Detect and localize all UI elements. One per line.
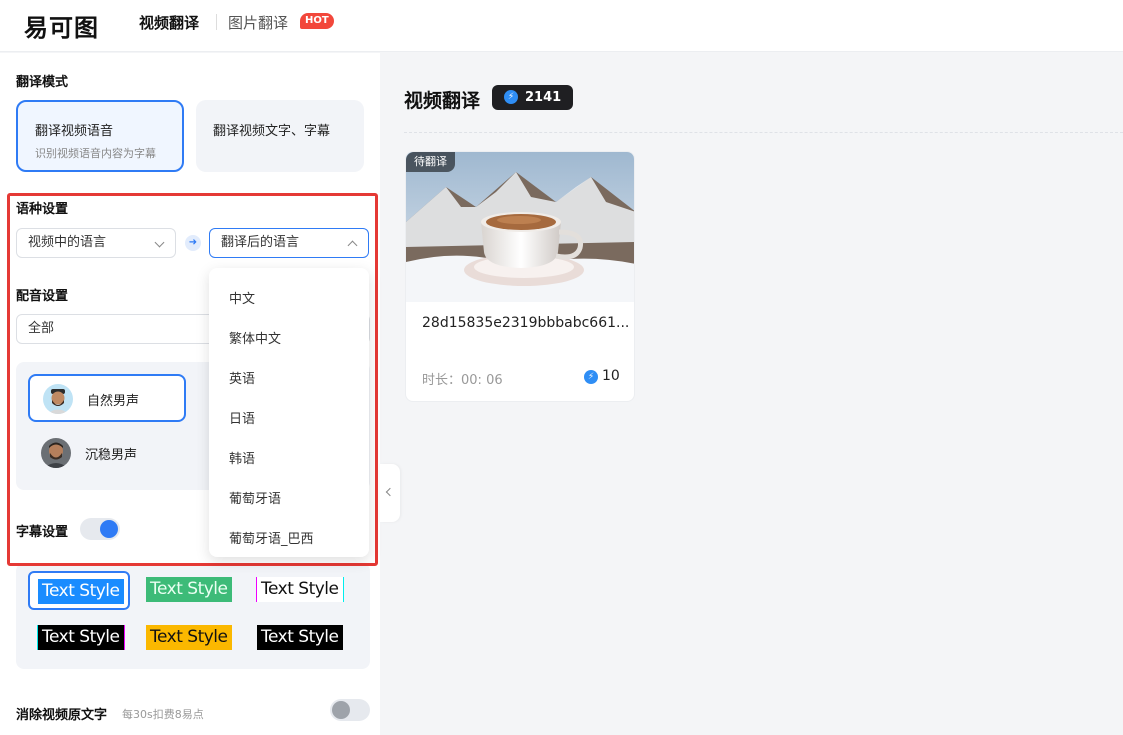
page-title: 视频翻译 xyxy=(404,90,481,112)
language-section-title: 语种设置 xyxy=(16,202,69,217)
duration-label: 时长： xyxy=(422,373,462,388)
video-status-badge: 待翻译 xyxy=(406,152,455,172)
mode-option-title: 翻译视频文字、字幕 xyxy=(213,124,331,139)
chevron-left-icon xyxy=(385,487,395,497)
voice-option-calm-male[interactable]: 沉稳男声 xyxy=(28,430,186,478)
language-option-zh[interactable]: 中文 xyxy=(229,288,255,307)
nav-tab-image-translate[interactable]: 图片翻译 xyxy=(228,12,288,33)
video-file-name: 28d15835e2319bbbabc661... xyxy=(422,315,630,331)
section-divider xyxy=(404,132,1123,133)
subtitle-section-title: 字幕设置 xyxy=(16,525,69,540)
source-language-select[interactable]: 视频中的语言 xyxy=(16,228,176,258)
subtitle-style-3[interactable]: Text Style xyxy=(257,577,343,602)
video-thumbnail xyxy=(406,152,634,302)
toggle-knob xyxy=(100,520,118,538)
language-option-ko[interactable]: 韩语 xyxy=(229,448,255,467)
app-logo[interactable]: 易可图 xyxy=(24,8,99,43)
language-option-pt-br[interactable]: 葡萄牙语_巴西 xyxy=(229,528,314,547)
avatar xyxy=(43,384,73,414)
subtitle-style-5[interactable]: Text Style xyxy=(146,625,232,650)
nav-tab-video-translate[interactable]: 视频翻译 xyxy=(139,12,199,33)
video-card[interactable]: 待翻译 28d15835e2319bbbabc661... 时长：00: 06 … xyxy=(405,151,635,402)
arrow-right-icon: ➜ xyxy=(185,235,201,251)
erase-text-title: 消除视频原文字 xyxy=(16,708,108,723)
toggle-knob xyxy=(332,701,350,719)
voice-filter-value: 全部 xyxy=(28,321,55,336)
subtitle-style-4[interactable]: Text Style xyxy=(38,625,124,650)
credit-balance-value: 2141 xyxy=(525,90,562,105)
target-language-placeholder: 翻译后的语言 xyxy=(221,235,300,250)
erase-text-note: 每30s扣费8易点 xyxy=(122,708,204,721)
language-option-en[interactable]: 英语 xyxy=(229,368,255,387)
nav-divider xyxy=(216,14,217,30)
mode-option-voice[interactable]: 翻译视频语音 识别视频语音内容为字幕 xyxy=(16,100,184,172)
avatar xyxy=(41,438,71,468)
voice-label: 自然男声 xyxy=(87,394,140,409)
target-language-select[interactable]: 翻译后的语言 xyxy=(209,228,369,258)
subtitle-toggle[interactable] xyxy=(80,518,120,540)
erase-text-toggle[interactable] xyxy=(330,699,370,721)
video-duration: 时长：00: 06 xyxy=(422,369,503,388)
voice-label: 沉稳男声 xyxy=(85,448,138,463)
target-language-dropdown: 中文 繁体中文 英语 日语 韩语 葡萄牙语 葡萄牙语_巴西 xyxy=(209,268,369,557)
dubbing-section-title: 配音设置 xyxy=(16,289,69,304)
language-option-zh-tw[interactable]: 繁体中文 xyxy=(229,328,281,347)
video-cost-value: 10 xyxy=(602,368,620,384)
hot-badge: HOT xyxy=(300,13,334,29)
subtitle-style-grid: Text Style Text Style Text Style Text St… xyxy=(16,563,370,669)
mode-option-title: 翻译视频语音 xyxy=(35,124,114,139)
mode-option-text[interactable]: 翻译视频文字、字幕 xyxy=(196,100,364,172)
collapse-panel-handle[interactable] xyxy=(380,464,400,522)
mode-section-title: 翻译模式 xyxy=(16,75,69,90)
language-option-pt[interactable]: 葡萄牙语 xyxy=(229,488,281,507)
chevron-up-icon xyxy=(347,240,358,251)
subtitle-style-1[interactable]: Text Style xyxy=(38,579,124,604)
credit-balance-badge: ⚡ 2141 xyxy=(492,85,573,110)
subtitle-style-6[interactable]: Text Style xyxy=(257,625,343,650)
language-option-ja[interactable]: 日语 xyxy=(229,408,255,427)
chevron-down-icon xyxy=(154,237,165,248)
duration-value: 00: 06 xyxy=(461,373,503,388)
subtitle-style-2[interactable]: Text Style xyxy=(146,577,232,602)
voice-option-natural-male[interactable]: 自然男声 xyxy=(28,374,186,422)
lightning-icon: ⚡ xyxy=(584,370,598,384)
source-language-placeholder: 视频中的语言 xyxy=(28,235,107,250)
top-header: 易可图 视频翻译 图片翻译 HOT xyxy=(0,0,1123,52)
lightning-icon: ⚡ xyxy=(504,90,518,104)
mode-option-subtitle: 识别视频语音内容为字幕 xyxy=(35,147,156,160)
video-cost: ⚡ 10 xyxy=(584,368,620,384)
